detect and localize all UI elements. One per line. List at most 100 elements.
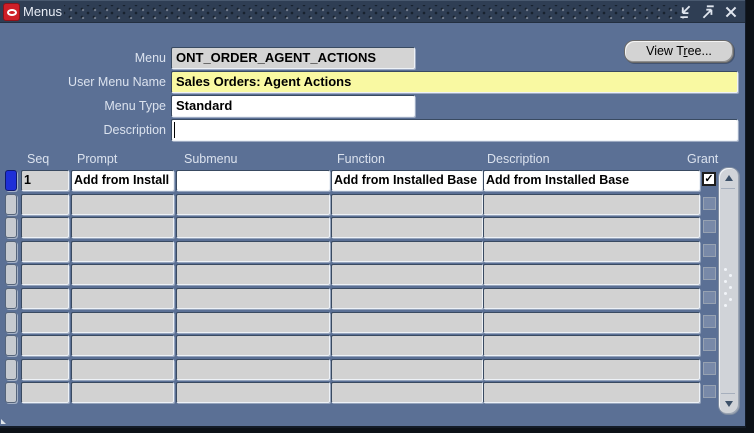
cell-description[interactable]: Add from Installed Base — [483, 170, 700, 191]
menu-label: Menu — [134, 51, 166, 65]
record-selector[interactable] — [5, 382, 17, 403]
cell-submenu[interactable] — [176, 359, 330, 380]
cell-prompt[interactable] — [71, 359, 174, 380]
table-row — [0, 288, 745, 309]
cell-submenu[interactable] — [176, 217, 330, 238]
cell-seq[interactable] — [21, 335, 69, 356]
cell-description[interactable] — [483, 359, 700, 380]
grant-checkbox[interactable] — [703, 220, 716, 233]
cell-seq[interactable] — [21, 312, 69, 333]
col-header-description: Description — [487, 152, 550, 166]
window-controls — [677, 4, 739, 20]
scroll-down-icon[interactable] — [725, 401, 733, 407]
cell-description[interactable] — [483, 382, 700, 403]
cell-submenu[interactable] — [176, 170, 330, 191]
cell-function[interactable] — [331, 217, 483, 238]
cell-submenu[interactable] — [176, 194, 330, 215]
cell-description[interactable] — [483, 288, 700, 309]
record-selector[interactable] — [5, 241, 17, 262]
record-selector[interactable] — [5, 312, 17, 333]
grant-checkbox[interactable] — [703, 267, 716, 280]
grant-checkbox[interactable] — [703, 244, 716, 257]
record-selector[interactable] — [5, 217, 17, 238]
scrollbar-thumb-grip[interactable] — [724, 268, 727, 271]
cell-function[interactable] — [331, 288, 483, 309]
table-row — [0, 335, 745, 356]
text-cursor — [174, 122, 175, 138]
cell-prompt[interactable] — [71, 335, 174, 356]
table-scrollbar[interactable] — [718, 167, 740, 415]
record-selector[interactable] — [5, 359, 17, 380]
close-icon[interactable] — [723, 4, 739, 20]
cell-seq[interactable] — [21, 194, 69, 215]
cell-description[interactable] — [483, 335, 700, 356]
record-selector[interactable] — [5, 170, 17, 191]
cell-description[interactable] — [483, 217, 700, 238]
cell-seq[interactable] — [21, 288, 69, 309]
cell-submenu[interactable] — [176, 288, 330, 309]
table-rows: 1 Add from Install Add from Installed Base… — [0, 170, 745, 410]
cell-function[interactable] — [331, 194, 483, 215]
user-menu-name-label: User Menu Name — [68, 75, 166, 89]
cell-seq[interactable] — [21, 241, 69, 262]
grant-checkbox[interactable] — [703, 197, 716, 210]
cell-submenu[interactable] — [176, 382, 330, 403]
cell-seq[interactable] — [21, 359, 69, 380]
cell-seq[interactable] — [21, 217, 69, 238]
description-label: Description — [103, 123, 166, 137]
cell-submenu[interactable] — [176, 335, 330, 356]
cell-function[interactable]: Add from Installed Base — [331, 170, 483, 191]
cell-prompt[interactable] — [71, 217, 174, 238]
cell-prompt[interactable] — [71, 241, 174, 262]
cell-prompt[interactable] — [71, 288, 174, 309]
titlebar[interactable]: Menus — [0, 0, 745, 23]
resize-corner[interactable] — [1, 419, 6, 424]
scroll-up-icon[interactable] — [725, 175, 733, 181]
grant-checkbox[interactable] — [703, 362, 716, 375]
grant-checkbox[interactable]: ✓ — [702, 172, 716, 186]
cell-function[interactable] — [331, 241, 483, 262]
cell-prompt[interactable] — [71, 382, 174, 403]
description-field[interactable] — [171, 119, 738, 141]
grant-checkbox[interactable] — [703, 315, 716, 328]
record-selector[interactable] — [5, 264, 17, 285]
restore-icon[interactable] — [700, 4, 716, 20]
col-header-submenu: Submenu — [184, 152, 238, 166]
grant-checkbox[interactable] — [703, 338, 716, 351]
record-selector[interactable] — [5, 194, 17, 215]
menu-type-label: Menu Type — [104, 99, 166, 113]
minimize-icon[interactable] — [677, 4, 693, 20]
cell-prompt[interactable] — [71, 312, 174, 333]
cell-prompt[interactable] — [71, 194, 174, 215]
cell-function[interactable] — [331, 264, 483, 285]
record-selector[interactable] — [5, 288, 17, 309]
cell-seq[interactable] — [21, 382, 69, 403]
cell-submenu[interactable] — [176, 241, 330, 262]
col-header-prompt: Prompt — [77, 152, 118, 166]
cell-function[interactable] — [331, 382, 483, 403]
cell-function[interactable] — [331, 335, 483, 356]
cell-submenu[interactable] — [176, 264, 330, 285]
cell-seq[interactable]: 1 — [21, 170, 69, 191]
cell-prompt[interactable] — [71, 264, 174, 285]
cell-description[interactable] — [483, 264, 700, 285]
menu-type-field[interactable]: Standard — [171, 95, 415, 117]
grant-checkbox[interactable] — [703, 385, 716, 398]
cell-description[interactable] — [483, 241, 700, 262]
user-menu-name-field[interactable]: Sales Orders: Agent Actions — [171, 71, 738, 93]
record-selector[interactable] — [5, 335, 17, 356]
cell-seq[interactable] — [21, 264, 69, 285]
grant-checkbox[interactable] — [703, 291, 716, 304]
col-header-grant: Grant — [687, 152, 719, 166]
cell-description[interactable] — [483, 312, 700, 333]
table-row — [0, 382, 745, 403]
table-row — [0, 217, 745, 238]
table-row: 1 Add from Install Add from Installed Base… — [0, 170, 745, 191]
cell-description[interactable] — [483, 194, 700, 215]
cell-function[interactable] — [331, 312, 483, 333]
cell-function[interactable] — [331, 359, 483, 380]
view-tree-button[interactable]: View Tree... — [624, 40, 734, 63]
menu-field[interactable]: ONT_ORDER_AGENT_ACTIONS — [171, 47, 415, 69]
cell-submenu[interactable] — [176, 312, 330, 333]
cell-prompt[interactable]: Add from Install — [71, 170, 174, 191]
